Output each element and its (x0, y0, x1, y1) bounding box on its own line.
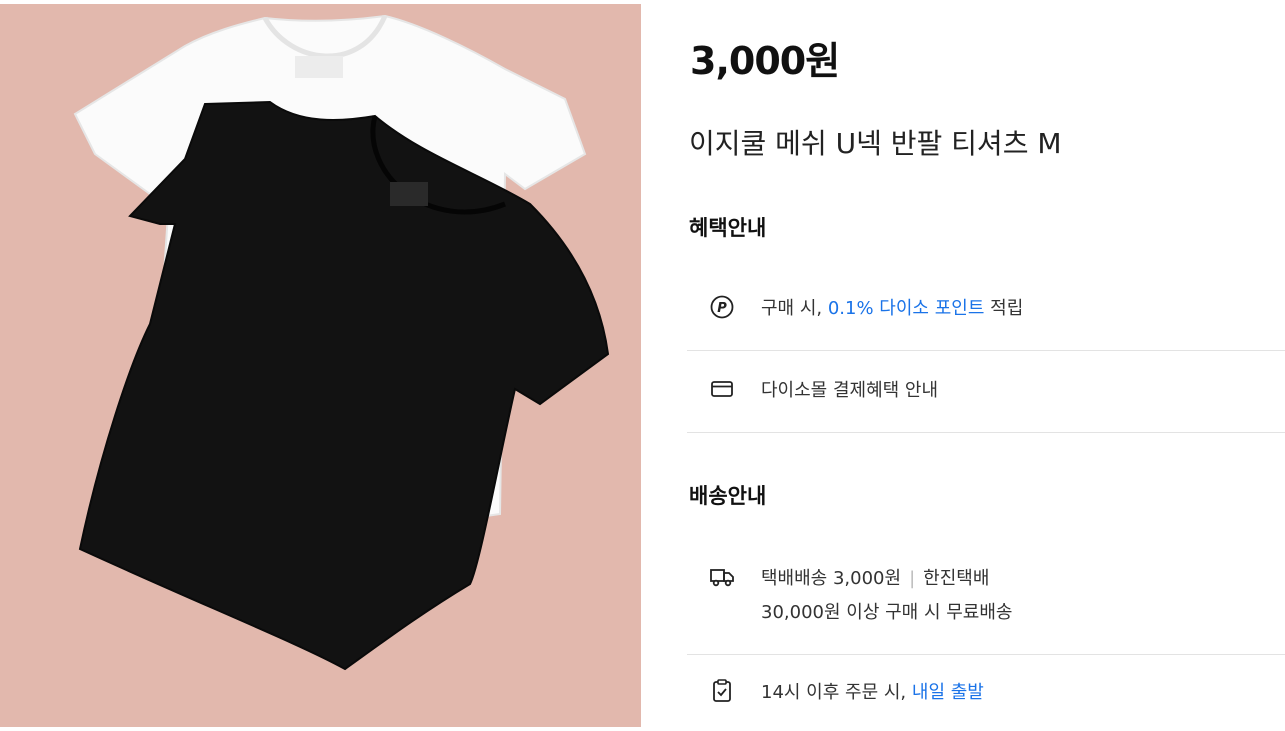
divider (687, 432, 1285, 433)
shipping-heading: 배송안내 (689, 484, 767, 508)
dispatch-row: 14시 이후 주문 시, 내일 출발 (709, 678, 984, 704)
svg-text:P: P (717, 301, 727, 316)
truck-icon (710, 569, 734, 587)
delivery-fee: 택배배송 3,000원 (761, 568, 902, 589)
product-price: 3,000원 (690, 39, 840, 83)
delivery-carrier: 한진택배 (923, 568, 990, 589)
divider (687, 350, 1285, 351)
dispatch-prefix: 14시 이후 주문 시, (761, 682, 907, 703)
delivery-separator: | (909, 568, 916, 589)
points-suffix: 적립 (990, 298, 1024, 319)
free-shipping-note: 30,000원 이상 구매 시 무료배송 (761, 602, 1013, 623)
product-image[interactable] (0, 4, 641, 727)
payment-benefit-label: 다이소몰 결제혜택 안내 (761, 380, 939, 401)
product-title: 이지쿨 메쉬 U넥 반팔 티셔츠 M (689, 127, 1062, 160)
delivery-row: 택배배송 3,000원 | 한진택배 30,000원 이상 구매 시 무료배송 (709, 564, 1012, 624)
point-p-icon: P (710, 295, 734, 319)
clipboard-check-icon (713, 679, 731, 702)
points-benefit-row: P 구매 시, 0.1% 다이소 포인트 적립 (709, 294, 1023, 320)
divider (687, 654, 1285, 655)
payment-benefit-row[interactable]: 다이소몰 결제혜택 안내 (709, 376, 938, 402)
product-info-panel: 3,000원 이지쿨 메쉬 U넥 반팔 티셔츠 M 혜택안내 P 구매 시, 0… (687, 0, 1285, 731)
points-highlight: 0.1% 다이소 포인트 (827, 298, 985, 319)
benefits-heading: 혜택안내 (689, 216, 767, 240)
points-prefix: 구매 시, (761, 298, 823, 319)
card-icon (711, 381, 733, 397)
dispatch-highlight: 내일 출발 (911, 682, 984, 703)
tshirts-illustration (73, 14, 610, 671)
